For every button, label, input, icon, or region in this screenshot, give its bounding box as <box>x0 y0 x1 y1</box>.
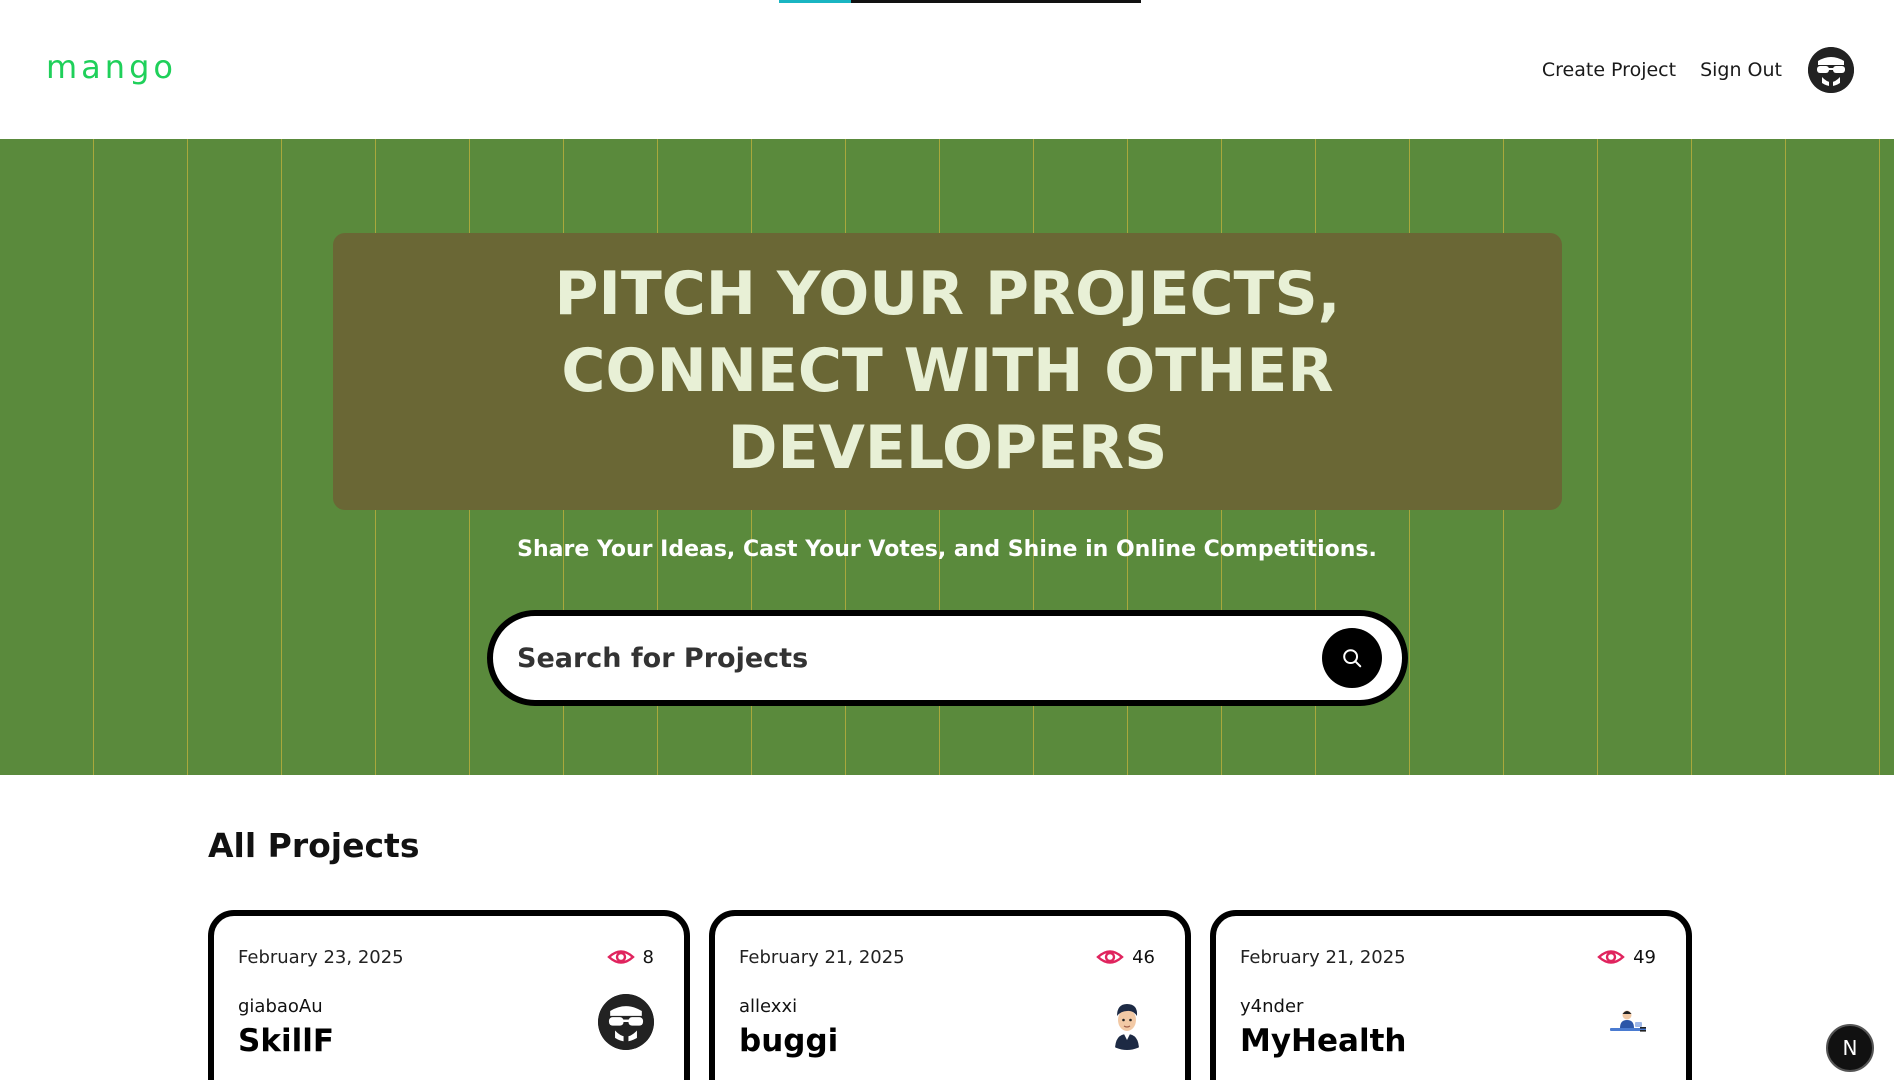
card-project-name[interactable]: MyHealth <box>1240 1023 1406 1059</box>
card-date: February 23, 2025 <box>238 946 404 968</box>
logo[interactable]: mango <box>46 48 177 86</box>
view-count: 8 <box>606 946 654 968</box>
eye-icon <box>606 950 635 964</box>
developer-avatar-icon <box>1610 1010 1646 1032</box>
view-count-value: 46 <box>1132 946 1155 968</box>
view-count-value: 8 <box>642 946 654 968</box>
card-author-avatar[interactable] <box>598 994 654 1050</box>
hero-section: PITCH YOUR PROJECTS, CONNECT WITH OTHER … <box>0 139 1894 775</box>
sign-out-link[interactable]: Sign Out <box>1700 59 1782 81</box>
person-avatar-icon <box>1115 1004 1139 1050</box>
hacker-avatar-icon <box>598 994 654 1050</box>
project-card[interactable]: February 23, 2025 8 giabaoAu SkillF <box>208 910 690 1080</box>
eye-icon <box>1597 950 1625 964</box>
project-card-list: February 23, 2025 8 giabaoAu SkillF Febr… <box>208 910 1692 1080</box>
view-count-value: 49 <box>1633 946 1656 968</box>
main-nav: Create Project Sign Out <box>1542 46 1854 93</box>
hero-subtitle: Share Your Ideas, Cast Your Votes, and S… <box>517 537 1377 562</box>
card-date: February 21, 2025 <box>1240 946 1406 968</box>
badge-letter: N <box>1842 1036 1858 1060</box>
project-card[interactable]: February 21, 2025 46 allexxi buggi <box>709 910 1191 1080</box>
hero-heading-box: PITCH YOUR PROJECTS, CONNECT WITH OTHER … <box>333 233 1562 510</box>
card-author[interactable]: allexxi <box>739 996 838 1017</box>
user-avatar[interactable] <box>1808 46 1854 93</box>
card-date: February 21, 2025 <box>739 946 905 968</box>
create-project-link[interactable]: Create Project <box>1542 59 1676 81</box>
card-author-avatar[interactable] <box>1600 994 1656 1050</box>
search-form <box>487 610 1408 706</box>
eye-icon <box>1096 950 1124 964</box>
view-count: 46 <box>1096 946 1155 968</box>
card-project-name[interactable]: SkillF <box>238 1023 334 1059</box>
hacker-avatar-icon <box>1808 46 1854 93</box>
view-count: 49 <box>1597 946 1656 968</box>
all-projects-heading: All Projects <box>208 826 420 865</box>
card-author[interactable]: y4nder <box>1240 996 1406 1017</box>
search-button[interactable] <box>1322 628 1382 688</box>
card-author[interactable]: giabaoAu <box>238 996 334 1017</box>
nextjs-dev-badge[interactable]: N <box>1826 1024 1874 1072</box>
search-input[interactable] <box>517 642 1322 674</box>
project-card[interactable]: February 21, 2025 49 y4nder MyHealth <box>1210 910 1692 1080</box>
card-project-name[interactable]: buggi <box>739 1023 838 1059</box>
search-icon <box>1343 649 1362 668</box>
hero-title: PITCH YOUR PROJECTS, CONNECT WITH OTHER … <box>554 259 1341 483</box>
site-header: mango Create Project Sign Out <box>0 0 1894 139</box>
card-author-avatar[interactable] <box>1099 994 1155 1050</box>
